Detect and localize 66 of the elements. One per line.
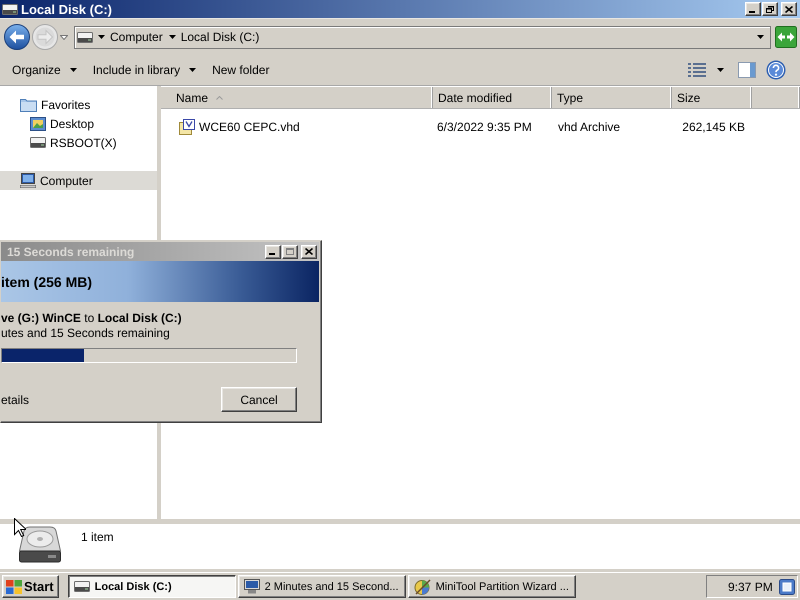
file-size: 262,145 KB <box>682 120 745 134</box>
sidebar-item[interactable]: Computer <box>0 171 157 190</box>
copy-route: ve (G:) WinCE to Local Disk (C:) <box>1 311 183 325</box>
drive-icon <box>77 30 93 44</box>
close-icon <box>785 6 793 12</box>
drive-icon <box>74 580 90 593</box>
modified-date: 6/3/2022 9:35 PM <box>437 120 532 134</box>
clock: 9:37 PM <box>728 580 773 594</box>
restore-button[interactable] <box>762 2 778 16</box>
file-icon <box>179 118 196 134</box>
time-remaining: utes and 15 Seconds remaining <box>1 326 171 340</box>
window-title: Local Disk (C:) <box>21 2 112 16</box>
caret-icon[interactable] <box>98 35 105 39</box>
drive-icon <box>30 136 46 149</box>
monitor-icon <box>244 579 260 594</box>
caret-icon[interactable] <box>717 68 724 72</box>
caret-icon <box>189 68 196 72</box>
breadcrumb[interactable]: Local Disk (C:) <box>176 30 266 44</box>
toolbar-button[interactable]: Organize <box>4 60 85 80</box>
restore-icon <box>766 6 774 12</box>
column-header[interactable]: Size <box>672 87 752 108</box>
computer-icon <box>20 173 36 188</box>
back-icon[interactable] <box>4 24 30 50</box>
column-header[interactable]: Type <box>552 87 672 108</box>
sidebar-item[interactable]: RSBOOT(X) <box>0 133 157 152</box>
file-row[interactable]: WCE60 CEPC.vhd 6/3/2022 9:35 PM vhd Archive 262,145 KB <box>161 117 800 136</box>
file-type: vhd Archive <box>558 120 620 134</box>
taskbar-button[interactable]: 2 Minutes and 15 Second... <box>238 575 406 598</box>
caret-icon <box>70 68 77 72</box>
caret-icon[interactable] <box>757 35 764 39</box>
hard-drive-icon <box>18 525 62 565</box>
item-count: 1 item <box>81 530 114 544</box>
maximize-icon <box>286 248 294 255</box>
breadcrumb[interactable]: Computer <box>105 30 169 44</box>
close-icon <box>305 248 313 255</box>
window-icon[interactable] <box>779 578 795 594</box>
maximize-button[interactable] <box>282 244 298 258</box>
picture-icon <box>30 116 46 130</box>
taskbar-button[interactable]: Local Disk (C:) <box>68 575 236 598</box>
close-button[interactable] <box>781 2 797 16</box>
details-toggle[interactable]: etails <box>1 392 30 406</box>
help-icon[interactable] <box>766 60 786 80</box>
refresh-icon[interactable] <box>775 26 797 48</box>
drive-icon <box>2 2 18 16</box>
file-name: WCE60 CEPC.vhd <box>199 120 300 134</box>
toolbar-button[interactable]: New folder <box>204 60 278 80</box>
column-header[interactable]: Name <box>161 87 433 108</box>
preview-pane-icon[interactable] <box>738 62 756 78</box>
address-field[interactable]: Computer Local Disk (C:) <box>74 26 771 48</box>
list-icon[interactable] <box>688 63 706 77</box>
caret-icon[interactable] <box>168 35 176 39</box>
minimize-button[interactable] <box>745 2 761 16</box>
folder-icon <box>20 97 37 112</box>
column-header[interactable]: Date modified <box>433 87 552 108</box>
pie-icon <box>414 578 431 594</box>
sidebar-item[interactable]: Desktop <box>0 114 157 133</box>
dialog-heading: item (256 MB) <box>1 274 92 290</box>
toolbar-button[interactable]: Include in library <box>84 60 204 80</box>
taskbar-button[interactable]: MiniTool Partition Wizard ... <box>408 575 576 598</box>
sidebar-item[interactable]: Favorites <box>0 95 157 114</box>
start-button[interactable]: Start <box>2 575 59 598</box>
minimize-button[interactable] <box>265 244 281 258</box>
dialog-title: 15 Seconds remaining <box>7 244 136 258</box>
flag-icon <box>6 580 22 594</box>
cancel-button[interactable]: Cancel <box>221 387 297 412</box>
close-button[interactable] <box>301 244 317 258</box>
